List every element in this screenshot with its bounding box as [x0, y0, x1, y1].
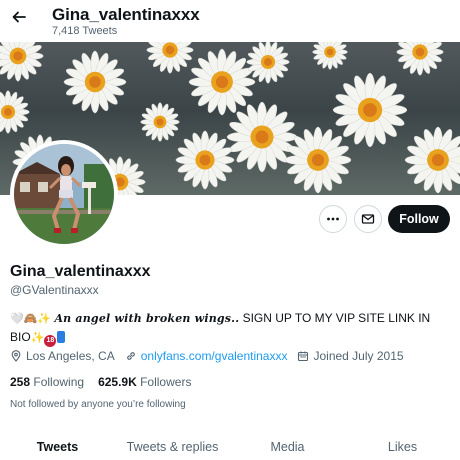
more-icon: [327, 217, 339, 221]
adult-18-icon: 18: [44, 335, 57, 347]
profile-bio: 🤍🙈✨ An angel with broken wings.. SIGN UP…: [10, 309, 450, 347]
mobile-phone-icon: [57, 331, 66, 343]
calendar-icon: [298, 351, 309, 362]
more-button[interactable]: [319, 205, 347, 233]
location-item: Los Angeles, CA: [10, 349, 115, 363]
following-count: 258: [10, 375, 31, 389]
tweet-count: 7,418 Tweets: [52, 25, 118, 37]
joined-item: Joined July 2015: [297, 349, 404, 363]
following-label: Following: [30, 375, 85, 389]
arrow-left-icon: [12, 11, 26, 23]
joined-text: Joined July 2015: [313, 349, 404, 363]
following-stat[interactable]: 258 Following: [10, 375, 84, 389]
tab-likes[interactable]: Likes: [345, 428, 460, 460]
followers-label: Followers: [136, 375, 192, 389]
avatar-photo: [14, 144, 114, 244]
tab-media[interactable]: Media: [230, 428, 345, 460]
followers-count: 625.9K: [98, 375, 137, 389]
followers-stat[interactable]: 625.9K Followers: [98, 375, 191, 389]
website-item[interactable]: onlyfans.com/gvalentinaxxx: [125, 349, 288, 363]
sparkle-icon: ✨: [30, 331, 45, 344]
back-button[interactable]: [8, 6, 30, 28]
profile-meta: Los Angeles, CA onlyfans.com/gvalentinax…: [10, 349, 414, 363]
top-bar: Gina_valentinaxxx 7,418 Tweets: [0, 0, 460, 42]
message-button[interactable]: [354, 205, 382, 233]
profile-display-name: Gina_valentinaxxx: [10, 263, 151, 280]
tab-tweets[interactable]: Tweets: [0, 428, 115, 460]
follow-button[interactable]: Follow: [388, 205, 450, 233]
location-text: Los Angeles, CA: [26, 349, 115, 363]
bio-script-text: An angel with broken wings..: [54, 312, 240, 325]
tab-tweets-replies[interactable]: Tweets & replies: [115, 428, 230, 460]
profile-tabs: Tweets Tweets & replies Media Likes: [0, 428, 460, 460]
header-title: Gina_valentinaxxx: [52, 5, 200, 24]
location-pin-icon: [11, 350, 21, 362]
website-link[interactable]: onlyfans.com/gvalentinaxxx: [141, 349, 288, 363]
follow-stats: 258 Following 625.9K Followers: [10, 375, 205, 389]
link-icon: [126, 352, 135, 360]
mail-icon: [361, 214, 375, 224]
bio-emoji-prefix: 🤍🙈✨: [10, 312, 52, 325]
not-followed-note: Not followed by anyone you’re following: [10, 399, 186, 410]
avatar[interactable]: [10, 140, 118, 248]
profile-handle: @GValentinaxxx: [10, 283, 99, 297]
